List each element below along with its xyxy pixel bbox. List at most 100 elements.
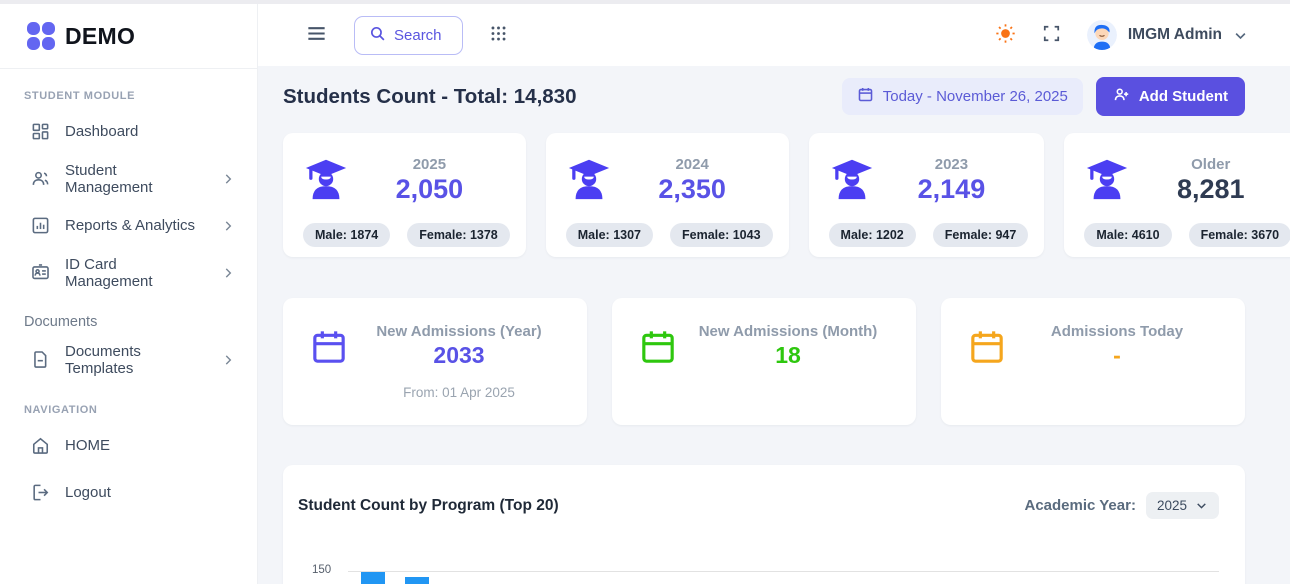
add-student-button[interactable]: Add Student bbox=[1096, 77, 1245, 116]
users-icon bbox=[31, 169, 50, 188]
fullscreen-button[interactable] bbox=[1042, 24, 1061, 46]
search-button[interactable]: Search bbox=[354, 16, 463, 55]
logo-icon bbox=[27, 22, 55, 50]
calendar-icon bbox=[309, 327, 349, 425]
stat-count: 2,149 bbox=[875, 174, 1029, 205]
male-count-badge: Male: 1307 bbox=[566, 223, 653, 247]
main-area: Search bbox=[258, 4, 1290, 584]
graduate-student-icon bbox=[566, 155, 612, 206]
academic-year-value: 2025 bbox=[1157, 498, 1187, 513]
sidebar-item-label: ID Card Management bbox=[65, 256, 206, 290]
calendar-icon bbox=[967, 327, 1007, 425]
avatar bbox=[1087, 20, 1117, 50]
admissions-card-title: Admissions Today bbox=[1007, 323, 1227, 340]
admissions-card-title: New Admissions (Year) bbox=[349, 323, 569, 340]
stat-year: 2023 bbox=[875, 156, 1029, 173]
sidebar-item-home[interactable]: HOME bbox=[0, 422, 257, 469]
bar-program-2 bbox=[405, 577, 429, 584]
topbar-left: Search bbox=[305, 16, 508, 55]
admissions-month-card: New Admissions (Month) 18 bbox=[612, 298, 916, 425]
admissions-card-note: From: 01 Apr 2025 bbox=[349, 385, 569, 401]
stat-count: 2,050 bbox=[349, 174, 510, 205]
chevron-down-icon bbox=[1233, 28, 1248, 43]
add-student-label: Add Student bbox=[1139, 88, 1228, 105]
sidebar-item-documents-templates[interactable]: Documents Templates bbox=[0, 336, 257, 383]
hamburger-icon bbox=[305, 22, 328, 48]
chart-title: Student Count by Program (Top 20) bbox=[298, 497, 559, 515]
user-plus-icon bbox=[1113, 86, 1130, 107]
topbar: Search bbox=[258, 4, 1290, 66]
sidebar-item-label: Reports & Analytics bbox=[65, 217, 195, 234]
sidebar: DEMO STUDENT MODULE Dashboard Student Ma… bbox=[0, 4, 258, 584]
page-title: Students Count - Total: 14,830 bbox=[283, 85, 576, 109]
theme-toggle-button[interactable] bbox=[995, 23, 1016, 47]
fullscreen-icon bbox=[1042, 24, 1061, 46]
sidebar-item-label: Logout bbox=[65, 484, 111, 501]
stat-card-2023: 2023 2,149 Male: 1202 Female: 947 bbox=[809, 133, 1045, 257]
chevron-right-icon bbox=[221, 219, 235, 233]
stat-year: 2025 bbox=[349, 156, 510, 173]
admissions-card-value: 2033 bbox=[349, 342, 569, 369]
grid-dots-icon bbox=[489, 24, 508, 46]
dashboard-grid-icon bbox=[31, 122, 50, 141]
gridline-150 bbox=[348, 571, 1219, 572]
academic-year-label: Academic Year: bbox=[1024, 497, 1135, 514]
male-count-badge: Male: 1874 bbox=[303, 223, 390, 247]
title-row: Students Count - Total: 14,830 Today - N… bbox=[283, 77, 1245, 116]
admissions-card-note bbox=[1007, 385, 1227, 401]
stat-card-2025: 2025 2,050 Male: 1874 Female: 1378 bbox=[283, 133, 526, 257]
title-actions: Today - November 26, 2025 Add Student bbox=[842, 77, 1245, 116]
sidebar-item-label: Documents Templates bbox=[65, 343, 206, 377]
sidebar-nav: Dashboard Student Management Reports & A… bbox=[0, 108, 257, 296]
section-label-documents: Documents bbox=[24, 314, 257, 330]
bar-chart-icon bbox=[31, 216, 50, 235]
today-date-label: Today - November 26, 2025 bbox=[883, 88, 1068, 105]
sidebar-item-reports-analytics[interactable]: Reports & Analytics bbox=[0, 202, 257, 249]
y-axis-tick-150: 150 bbox=[312, 564, 331, 576]
graduate-student-icon bbox=[303, 155, 349, 206]
today-date-button[interactable]: Today - November 26, 2025 bbox=[842, 78, 1083, 115]
stat-count: 8,281 bbox=[1130, 174, 1290, 205]
male-count-badge: Male: 4610 bbox=[1084, 223, 1171, 247]
chart-controls: Academic Year: 2025 bbox=[1024, 492, 1219, 519]
graduate-student-icon bbox=[829, 155, 875, 206]
hamburger-menu-button[interactable] bbox=[305, 22, 328, 48]
graduate-student-icon bbox=[1084, 155, 1130, 206]
sun-icon bbox=[995, 23, 1016, 47]
female-count-badge: Female: 947 bbox=[933, 223, 1029, 247]
bar-chart-plot: 150 bbox=[348, 571, 1219, 584]
sidebar-item-student-management[interactable]: Student Management bbox=[0, 155, 257, 202]
sidebar-divider bbox=[0, 68, 257, 69]
section-label-navigation: NAVIGATION bbox=[24, 404, 257, 416]
academic-year-select[interactable]: 2025 bbox=[1146, 492, 1219, 519]
sidebar-item-label: HOME bbox=[65, 437, 110, 454]
brand-name: DEMO bbox=[65, 23, 135, 50]
user-menu[interactable]: IMGM Admin bbox=[1087, 20, 1248, 50]
app-root: DEMO STUDENT MODULE Dashboard Student Ma… bbox=[0, 0, 1290, 584]
chart-header: Student Count by Program (Top 20) Academ… bbox=[298, 492, 1219, 519]
year-stat-cards: 2025 2,050 Male: 1874 Female: 1378 bbox=[283, 133, 1245, 257]
sidebar-item-label: Dashboard bbox=[65, 123, 138, 140]
search-icon bbox=[369, 25, 386, 46]
dashboard-content: Students Count - Total: 14,830 Today - N… bbox=[258, 66, 1290, 584]
stat-card-2024: 2024 2,350 Male: 1307 Female: 1043 bbox=[546, 133, 789, 257]
stat-count: 2,350 bbox=[612, 174, 773, 205]
admissions-card-note bbox=[678, 385, 898, 401]
stat-year: 2024 bbox=[612, 156, 773, 173]
chevron-down-icon bbox=[1195, 499, 1208, 512]
female-count-badge: Female: 1378 bbox=[407, 223, 510, 247]
chevron-right-icon bbox=[221, 266, 235, 280]
bar-program-1 bbox=[361, 572, 385, 584]
stat-card-older: Older 8,281 Male: 4610 Female: 3670 bbox=[1064, 133, 1290, 257]
calendar-icon bbox=[638, 327, 678, 425]
admissions-card-value: - bbox=[1007, 342, 1227, 369]
topbar-right: IMGM Admin bbox=[995, 20, 1248, 50]
apps-grid-button[interactable] bbox=[489, 24, 508, 46]
brand-logo[interactable]: DEMO bbox=[0, 4, 257, 68]
program-chart-card: Student Count by Program (Top 20) Academ… bbox=[283, 465, 1245, 584]
sidebar-item-id-card-management[interactable]: ID Card Management bbox=[0, 249, 257, 296]
sidebar-item-dashboard[interactable]: Dashboard bbox=[0, 108, 257, 155]
stat-year: Older bbox=[1130, 156, 1290, 173]
search-button-label: Search bbox=[394, 27, 442, 44]
sidebar-item-logout[interactable]: Logout bbox=[0, 469, 257, 516]
